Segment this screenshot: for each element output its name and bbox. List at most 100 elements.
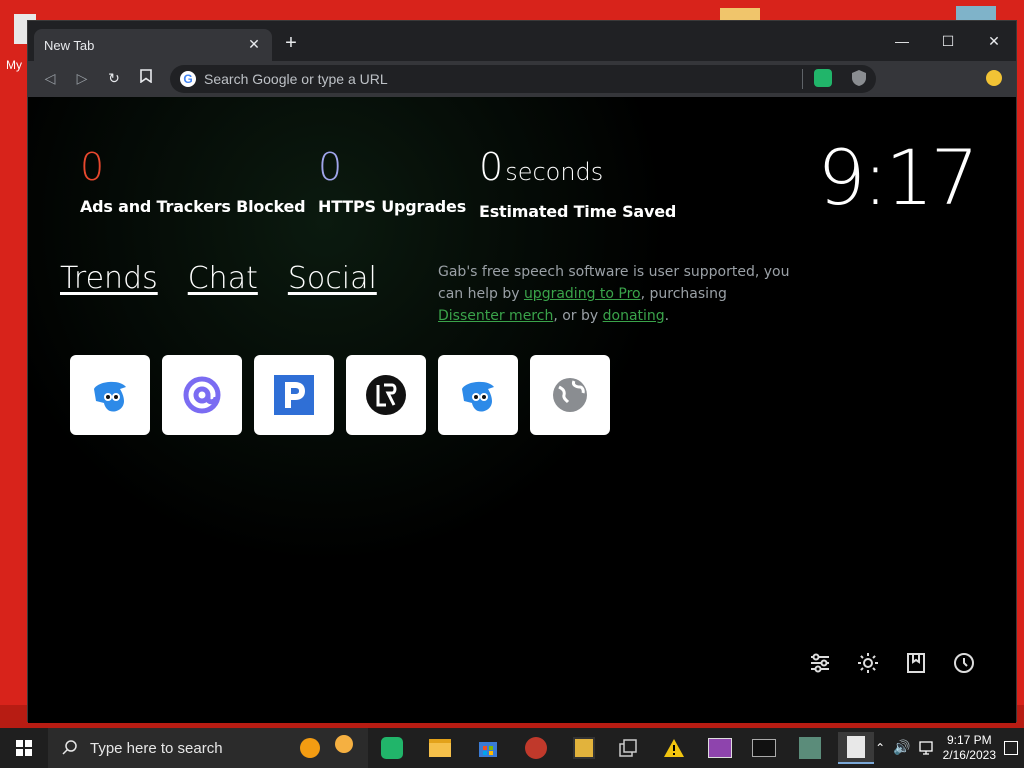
stat-ads-blocked: 0 Ads and Trackers Blocked [80,145,306,216]
top-site-tile[interactable] [70,355,150,435]
taskbar-terminal[interactable] [746,732,782,764]
browser-window: New Tab ✕ + — ☐ ✕ ◁ ▷ ↻ G 0 Ads and Trac… [27,20,1017,723]
tab-new-tab[interactable]: New Tab ✕ [34,29,272,61]
support-message: Gab's free speech software is user suppo… [438,261,790,327]
top-site-tile[interactable] [530,355,610,435]
title-bar: New Tab ✕ + — ☐ ✕ [28,21,1016,61]
top-site-tile[interactable] [162,355,242,435]
stat-time-row: 0seconds [479,145,676,194]
link-chat[interactable]: Chat [188,261,258,296]
taskbar-warning[interactable] [656,732,692,764]
profile-avatar[interactable] [986,70,1002,86]
taskbar-browser-active[interactable] [838,732,874,764]
new-tab-button[interactable]: + [280,32,302,55]
support-text-middle2: , or by [553,308,603,324]
bookmarks-icon[interactable] [904,651,928,675]
gab-frog-icon [94,381,126,412]
folder-icon [429,739,451,757]
top-site-tile[interactable] [254,355,334,435]
stat-time-unit: seconds [505,158,604,186]
search-placeholder: Type here to search [90,739,223,757]
upgrade-pro-link[interactable]: upgrading to Pro [524,286,641,302]
stat-time-saved: 0seconds Estimated Time Saved [479,145,676,221]
avatar-app-icon [799,737,821,759]
stat-https-upgrades: 0 HTTPS Upgrades [318,145,466,216]
settings-gear-icon[interactable] [856,651,880,675]
taskbar-search[interactable]: Type here to search [48,728,368,768]
browser-app-icon [847,736,865,758]
notification-icon[interactable] [1004,741,1018,755]
start-button[interactable] [0,728,48,768]
p-logo-icon [274,375,314,415]
tab-close-icon[interactable]: ✕ [246,37,262,53]
support-text-middle: , purchasing [640,286,727,302]
clock: 9:17 [817,133,979,222]
taskbar-delphi[interactable] [566,732,602,764]
clock-tray[interactable]: 9:17 PM 2/16/2023 [943,733,996,763]
delphi-icon [573,737,595,759]
stat-time-label: Estimated Time Saved [479,202,677,221]
devcpp-icon [525,737,547,759]
at-sign-icon [183,376,221,414]
new-tab-page: 0 Ads and Trackers Blocked 0 HTTPS Upgra… [28,97,1016,723]
minimize-button[interactable]: — [882,27,922,55]
flower-search-highlight-icon [300,735,353,758]
link-social[interactable]: Social [288,261,377,296]
desktop-icon-label: My [6,58,22,72]
toolbar-divider [802,69,803,89]
dissenter-extension-icon[interactable] [814,69,832,87]
google-icon: G [180,71,196,87]
taskbar-dissenter[interactable] [374,732,410,764]
donate-link[interactable]: donating [603,308,665,324]
link-trends[interactable]: Trends [60,261,158,296]
merch-link[interactable]: Dissenter merch [438,308,553,324]
close-button[interactable]: ✕ [974,27,1014,55]
tab-title: New Tab [44,37,95,53]
taskbar-avatar-app[interactable] [792,732,828,764]
terminal-icon [752,739,776,757]
lr-logo-icon [366,375,406,415]
globe-icon [553,378,587,412]
gab-frog-icon [462,381,494,412]
taskbar: Type here to search ⌃ 🔊 9:17 PM 2/16/202… [0,728,1024,768]
toolbar: ◁ ▷ ↻ G [28,61,1016,97]
system-tray: ⌃ 🔊 9:17 PM 2/16/2023 [875,728,1024,768]
customize-sliders-icon[interactable] [808,651,832,675]
tray-time: 9:17 PM [946,733,992,747]
warning-icon [664,739,684,757]
top-site-tile[interactable] [438,355,518,435]
store-icon [479,742,497,757]
forward-icon[interactable]: ▷ [70,67,94,91]
back-icon[interactable]: ◁ [38,67,62,91]
taskbar-windows[interactable] [610,732,646,764]
windows-logo-icon [16,740,32,756]
shield-extension-icon[interactable] [850,69,868,87]
search-icon [62,740,77,755]
image-app-icon [708,738,732,758]
stat-https-value: 0 [318,145,343,189]
taskbar-devcpp[interactable] [518,732,554,764]
taskbar-store[interactable] [470,732,506,764]
nav-links: Trends Chat Social [60,261,377,296]
stat-time-value: 0 [479,145,504,189]
stat-https-label: HTTPS Upgrades [318,197,467,216]
taskbar-image-app[interactable] [702,732,738,764]
network-icon[interactable] [918,741,935,755]
chevron-up-icon[interactable]: ⌃ [875,741,885,755]
bookmark-icon[interactable] [134,67,158,91]
reload-icon[interactable]: ↻ [102,67,126,91]
stat-ads-value: 0 [80,145,105,189]
support-text-end: . [664,308,670,324]
volume-icon[interactable]: 🔊 [893,740,910,756]
task-view-icon [619,739,637,757]
desktop-app-icon[interactable] [956,6,996,20]
dissenter-app-icon [381,737,403,759]
address-bar[interactable]: G [170,65,876,93]
address-input[interactable] [204,71,764,87]
maximize-button[interactable]: ☐ [928,27,968,55]
taskbar-file-explorer[interactable] [422,732,458,764]
history-icon[interactable] [952,651,976,675]
bottom-toolbar [808,651,976,675]
top-site-tile[interactable] [346,355,426,435]
stat-ads-label: Ads and Trackers Blocked [80,197,306,216]
